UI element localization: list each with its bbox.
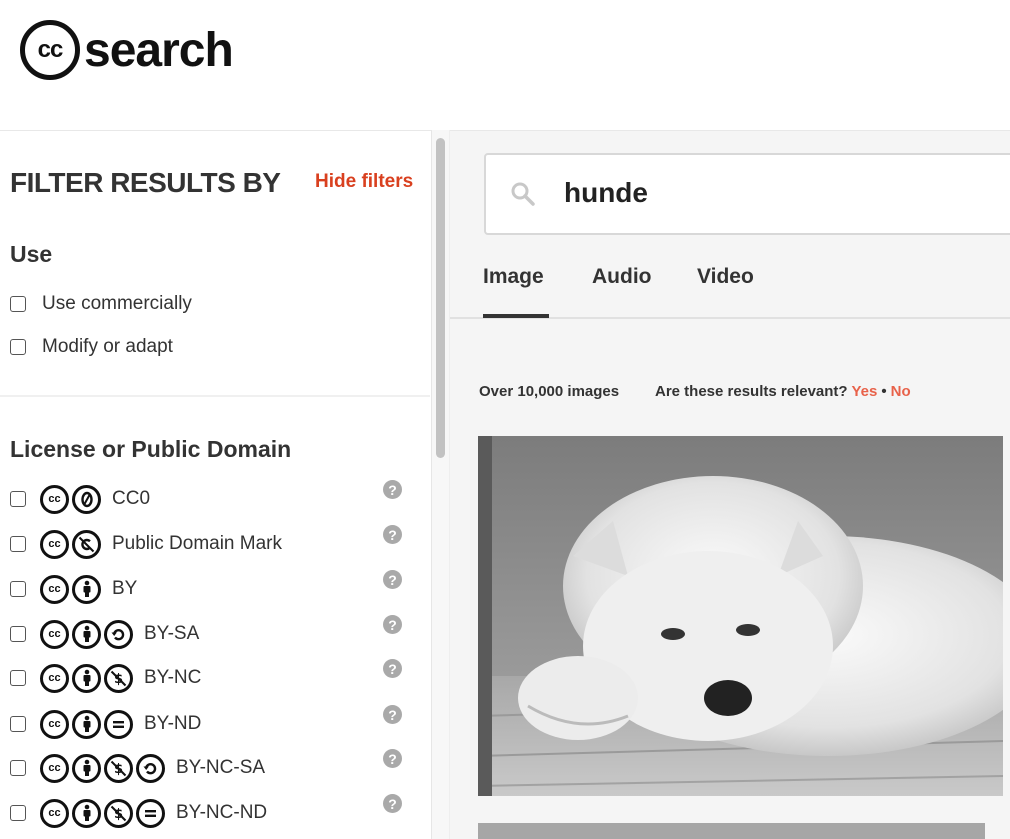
cc-logo-icon: cc — [20, 20, 80, 80]
search-query-text[interactable]: hunde — [564, 177, 648, 209]
license-label: BY — [112, 578, 138, 599]
license-option-pdm[interactable]: cc Public Domain Mark ? — [10, 525, 410, 560]
help-icon[interactable]: ? — [383, 615, 402, 634]
relevance-no-link[interactable]: No — [891, 383, 911, 400]
scrollbar-thumb[interactable] — [436, 138, 445, 458]
search-icon — [510, 181, 536, 212]
logo-text: search — [84, 23, 234, 77]
license-label: BY-ND — [144, 713, 202, 734]
help-icon[interactable]: ? — [383, 570, 402, 589]
cc-icon: cc — [40, 484, 69, 514]
nc-icon: $ — [104, 753, 133, 783]
cc-icon: cc — [40, 529, 69, 559]
tab-image[interactable]: Image — [483, 265, 544, 289]
license-option-cc0[interactable]: cc CC0 ? — [10, 480, 410, 515]
filter-sidebar: FILTER RESULTS BY Hide filters Use Use c… — [0, 130, 432, 839]
by-icon — [72, 753, 101, 783]
license-label: CC0 — [112, 488, 151, 509]
by-icon — [72, 709, 101, 739]
license-option-by-nd[interactable]: cc BY-ND ? — [10, 705, 410, 740]
tab-video[interactable]: Video — [697, 265, 754, 289]
help-icon[interactable]: ? — [383, 749, 402, 768]
sa-icon — [136, 753, 165, 783]
nc-icon: $ — [104, 798, 133, 828]
nd-icon — [136, 798, 165, 828]
result-count: Over 10,000 images — [479, 383, 620, 400]
sa-icon — [104, 619, 133, 649]
nd-icon — [104, 709, 133, 739]
use-commercially-option[interactable]: Use commercially — [10, 289, 192, 319]
license-checkbox[interactable] — [10, 581, 26, 597]
active-tab-indicator — [483, 314, 549, 318]
relevance-feedback: Are these results relevant? Yes • No — [655, 383, 911, 400]
use-commercially-label: Use commercially — [42, 293, 192, 314]
license-option-by-nc-sa[interactable]: cc $ BY-NC-SA ? — [10, 749, 410, 784]
tab-audio[interactable]: Audio — [592, 265, 651, 289]
public-domain-icon — [72, 529, 101, 559]
license-checkbox[interactable] — [10, 491, 26, 507]
logo-cc-text: cc — [37, 36, 64, 63]
cc-icon: cc — [40, 798, 69, 828]
use-section-title: Use — [10, 241, 53, 267]
zero-icon — [72, 484, 101, 514]
help-icon[interactable]: ? — [383, 705, 402, 724]
license-label: BY-NC-SA — [176, 757, 266, 778]
license-option-by-nc[interactable]: cc $ BY-NC ? — [10, 659, 410, 694]
search-input[interactable]: hunde — [484, 153, 1010, 235]
media-tabs: Image Audio Video — [450, 251, 1010, 319]
cc-search-logo[interactable]: cc search — [20, 20, 234, 80]
license-label: Public Domain Mark — [112, 533, 282, 554]
relevance-question: Are these results relevant? — [655, 383, 848, 400]
license-section-title: License or Public Domain — [10, 436, 292, 462]
license-option-by[interactable]: cc BY ? — [10, 570, 410, 605]
license-label: BY-SA — [144, 623, 200, 644]
by-icon — [72, 619, 101, 649]
separator-dot: • — [881, 383, 887, 400]
help-icon[interactable]: ? — [383, 480, 402, 499]
filter-title: FILTER RESULTS BY — [10, 167, 281, 198]
hide-filters-link[interactable]: Hide filters — [315, 171, 413, 193]
modify-adapt-checkbox[interactable] — [10, 339, 26, 355]
license-checkbox[interactable] — [10, 536, 26, 552]
section-divider — [0, 395, 430, 397]
result-image-second[interactable] — [478, 823, 985, 839]
by-icon — [72, 798, 101, 828]
help-icon[interactable]: ? — [383, 659, 402, 678]
cc-icon: cc — [40, 709, 69, 739]
result-image-dog[interactable] — [478, 436, 1003, 796]
license-checkbox[interactable] — [10, 626, 26, 642]
results-main: hunde Image Audio Video Over 10,000 imag… — [450, 130, 1010, 839]
license-checkbox[interactable] — [10, 716, 26, 732]
cc-icon: cc — [40, 663, 69, 693]
license-checkbox[interactable] — [10, 760, 26, 776]
license-option-by-nc-nd[interactable]: cc $ BY-NC-ND ? — [10, 794, 410, 829]
use-commercially-checkbox[interactable] — [10, 296, 26, 312]
header: cc search — [0, 0, 1010, 130]
help-icon[interactable]: ? — [383, 525, 402, 544]
relevance-yes-link[interactable]: Yes — [852, 383, 878, 400]
license-checkbox[interactable] — [10, 805, 26, 821]
by-icon — [72, 574, 101, 604]
nc-icon: $ — [104, 663, 133, 693]
license-option-by-sa[interactable]: cc BY-SA ? — [10, 615, 410, 650]
by-icon — [72, 663, 101, 693]
cc-icon: cc — [40, 619, 69, 649]
modify-adapt-label: Modify or adapt — [42, 336, 173, 357]
license-label: BY-NC — [144, 667, 202, 688]
license-checkbox[interactable] — [10, 670, 26, 686]
license-label: BY-NC-ND — [176, 802, 268, 823]
modify-adapt-option[interactable]: Modify or adapt — [10, 332, 173, 362]
cc-icon: cc — [40, 574, 69, 604]
cc-icon: cc — [40, 753, 69, 783]
sidebar-scrollbar[interactable] — [432, 130, 450, 839]
help-icon[interactable]: ? — [383, 794, 402, 813]
